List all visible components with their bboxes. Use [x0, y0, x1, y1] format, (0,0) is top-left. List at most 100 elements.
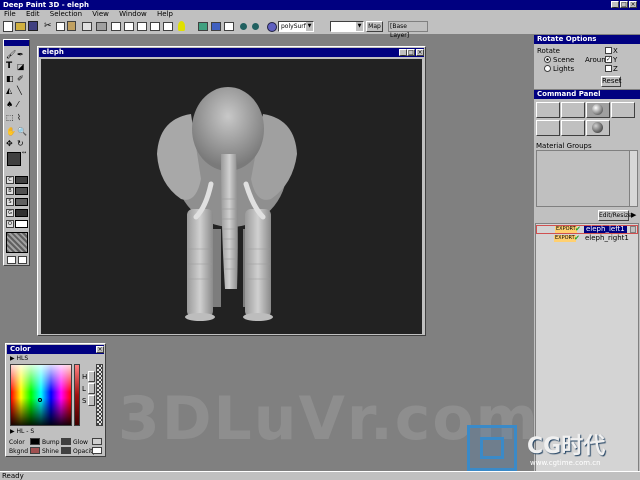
cmd-render-icon[interactable]: [611, 102, 635, 118]
color-spectrum[interactable]: [10, 364, 72, 426]
channel-bump-swatch[interactable]: [15, 187, 28, 195]
channel-color-swatch[interactable]: [15, 176, 28, 184]
menu-view[interactable]: View: [92, 10, 109, 18]
hl-s-mode-toggle[interactable]: ▶ HL - S: [10, 428, 34, 435]
color-panel-close-button[interactable]: ×: [96, 346, 104, 353]
hue-slider[interactable]: [74, 364, 80, 426]
close-button[interactable]: ×: [629, 1, 637, 8]
scene-radio[interactable]: [544, 56, 551, 63]
undo-icon[interactable]: [111, 22, 121, 31]
material-groups-label: Material Groups: [536, 142, 592, 150]
edit-resize-button[interactable]: Edit/Resize: [598, 210, 632, 221]
channel-shine-button[interactable]: S: [6, 198, 14, 206]
viewport-minimize-button[interactable]: _: [399, 49, 407, 56]
fill-tool-icon[interactable]: ◪: [17, 61, 29, 72]
material-groups-list[interactable]: [536, 150, 638, 207]
viewport-maximize-button[interactable]: □: [407, 49, 415, 56]
channel-glow-button[interactable]: G: [6, 209, 14, 217]
channel-opacity-swatch[interactable]: [15, 220, 28, 228]
dropper-tool-icon[interactable]: ⁄: [17, 99, 29, 110]
save-file-icon[interactable]: [28, 21, 38, 31]
z-axis-checkbox[interactable]: [605, 65, 612, 72]
viewport-close-button[interactable]: ×: [416, 49, 424, 56]
plane-icon[interactable]: [211, 22, 221, 31]
airbrush-tool-icon[interactable]: ✒: [17, 49, 29, 60]
x-axis-checkbox[interactable]: [605, 47, 612, 54]
color-channel-swatch[interactable]: [30, 438, 40, 445]
open-file-icon[interactable]: [15, 22, 26, 31]
line-tool-icon[interactable]: ╲: [17, 85, 29, 96]
brush-mode-a-icon[interactable]: [7, 256, 16, 264]
smudge-tool-icon[interactable]: ✐: [17, 73, 29, 84]
opacity-top-swatch[interactable]: [92, 438, 102, 445]
new-file-icon[interactable]: [3, 21, 13, 32]
nav-left-icon[interactable]: [240, 23, 247, 30]
layers-icon[interactable]: [137, 22, 147, 31]
brush-preview[interactable]: [6, 232, 28, 253]
select-lasso-tool-icon[interactable]: ⌇: [17, 112, 29, 123]
s-spinner[interactable]: [88, 395, 95, 406]
cmd-brush-settings-icon[interactable]: [536, 102, 560, 118]
layer-indicator: [Base Layer]: [388, 21, 428, 39]
zoom-tool-icon[interactable]: 🔍: [17, 126, 29, 137]
opacity-checker-slider[interactable]: [96, 364, 103, 426]
minimize-button[interactable]: _: [611, 1, 619, 8]
menu-help[interactable]: Help: [157, 10, 173, 18]
chevron-down-icon[interactable]: ▼: [306, 22, 313, 31]
brush-mode-b-icon[interactable]: [18, 256, 27, 264]
channel-shine-swatch[interactable]: [15, 198, 28, 206]
swap-colors-icon[interactable]: ↔: [22, 150, 26, 156]
redo-icon[interactable]: [124, 22, 134, 31]
elephant-model[interactable]: [41, 59, 422, 334]
viewport-canvas[interactable]: [41, 59, 422, 334]
cmd-lights-icon[interactable]: [561, 120, 585, 136]
reset-button[interactable]: Reset: [601, 76, 622, 87]
glow-channel-swatch[interactable]: [61, 438, 71, 445]
layer-row[interactable]: EXPORT ✔ eleph_left1: [536, 225, 638, 234]
help-bulb-icon[interactable]: [178, 21, 185, 31]
foreground-color-swatch[interactable]: [7, 152, 21, 166]
map-select[interactable]: ▼: [330, 21, 364, 32]
opacity-channel-swatch[interactable]: [92, 447, 102, 454]
menu-window[interactable]: Window: [119, 10, 147, 18]
lights-radio[interactable]: [544, 65, 551, 72]
copy-icon[interactable]: [56, 22, 65, 31]
menu-edit[interactable]: Edit: [26, 10, 40, 18]
cmd-paper-icon[interactable]: [561, 102, 585, 118]
projection-icon[interactable]: [198, 22, 208, 31]
y-axis-checkbox[interactable]: ✓: [605, 56, 612, 63]
globe-icon[interactable]: [267, 22, 277, 32]
map-button[interactable]: Map: [366, 21, 383, 32]
cut-icon[interactable]: ✂: [44, 21, 54, 31]
rotate-tool-icon[interactable]: ↻: [17, 138, 29, 149]
menu-file[interactable]: File: [4, 10, 16, 18]
bkgnd-channel-swatch[interactable]: [30, 447, 40, 454]
channel-color-button[interactable]: C: [6, 176, 14, 184]
h-spinner[interactable]: [88, 371, 95, 382]
clear-icon[interactable]: [82, 22, 92, 31]
image-icon[interactable]: [163, 22, 173, 31]
app-title: Deep Paint 3D - eleph: [3, 1, 89, 9]
print-icon[interactable]: [96, 22, 107, 31]
hls-mode-toggle[interactable]: ▶ HLS: [10, 355, 28, 362]
l-spinner[interactable]: [88, 383, 95, 394]
channel-glow-swatch[interactable]: [15, 209, 28, 217]
cmd-layers-icon[interactable]: [536, 120, 560, 136]
surface-select[interactable]: polySurfac ▼: [278, 21, 314, 32]
paste-icon[interactable]: [67, 21, 76, 31]
channel-opacity-button[interactable]: O: [6, 220, 14, 228]
maximize-button[interactable]: □: [620, 1, 628, 8]
material-groups-scrollbar[interactable]: [629, 151, 637, 206]
color-picker-cursor[interactable]: [38, 398, 42, 402]
layer-row[interactable]: EXPORT ✔ eleph_right1: [536, 234, 638, 244]
shine-channel-swatch[interactable]: [61, 447, 71, 454]
menu-selection[interactable]: Selection: [50, 10, 82, 18]
shine-swatch-label: Shine: [42, 448, 59, 455]
edit-icon[interactable]: [150, 22, 160, 31]
nav-right-icon[interactable]: [252, 23, 259, 30]
play-arrow-icon[interactable]: ▶: [631, 211, 636, 219]
brand-logo-inner: [480, 437, 504, 459]
chevron-down-icon[interactable]: ▼: [356, 22, 363, 31]
channel-bump-button[interactable]: B: [6, 187, 14, 195]
sheet-icon[interactable]: [224, 22, 234, 31]
